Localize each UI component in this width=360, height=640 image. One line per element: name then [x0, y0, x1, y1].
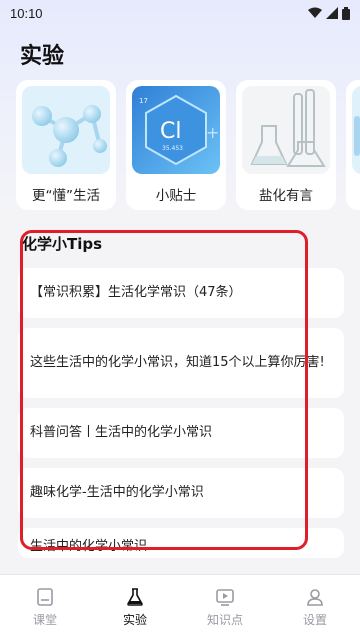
- tab-classroom[interactable]: 课堂: [10, 587, 80, 628]
- list-item[interactable]: 生活中的化学小常识: [18, 528, 344, 558]
- signal-icon: [326, 7, 338, 19]
- card-label: 盐化有言: [259, 188, 313, 204]
- list-item[interactable]: 这些生活中的化学小常识，知道15个以上算你厉害!: [18, 328, 344, 398]
- book-icon: [37, 588, 53, 606]
- partial-card-image: [352, 86, 360, 174]
- tab-knowledge[interactable]: 知识点: [190, 587, 260, 628]
- molecule-model-image: [22, 86, 110, 174]
- list-item-title: 科普问答丨生活中的化学小常识: [30, 425, 213, 440]
- user-icon: [307, 589, 323, 606]
- list-item[interactable]: 趣味化学-生活中的化学小常识: [18, 468, 344, 518]
- tab-settings[interactable]: 设置: [280, 587, 350, 628]
- flask-icon: [127, 588, 143, 606]
- tab-experiment[interactable]: 实验: [100, 587, 170, 628]
- nav-label: 知识点: [206, 613, 243, 627]
- list-item-title: 趣味化学-生活中的化学小常识: [30, 485, 204, 500]
- nav-label: 设置: [302, 613, 327, 627]
- status-time: 10:10: [10, 5, 43, 21]
- chlorine-element-image: 17 Cl 35.453 +: [132, 86, 220, 174]
- list-item-title: 生活中的化学小常识: [30, 539, 148, 554]
- card-life[interactable]: 更“懂”生活: [16, 80, 116, 210]
- list-item[interactable]: 科普问答丨生活中的化学小常识: [18, 408, 344, 458]
- tips-list: 【常识积累】生活化学常识（47条） 这些生活中的化学小常识，知道15个以上算你厉…: [18, 268, 344, 568]
- element-mass: 35.453: [162, 145, 183, 152]
- bottom-nav: 课堂 实验 知识点 设置: [0, 574, 360, 640]
- nav-label: 课堂: [32, 613, 57, 627]
- list-item-title: 这些生活中的化学小常识，知道15个以上算你厉害!: [30, 355, 325, 370]
- lab-flasks-image: [242, 86, 330, 174]
- element-symbol: Cl: [160, 119, 181, 144]
- list-item[interactable]: 【常识积累】生活化学常识（47条）: [18, 268, 344, 318]
- status-icons: [308, 6, 350, 20]
- card-label: 小贴士: [155, 188, 197, 204]
- element-number: 17: [139, 97, 148, 105]
- video-play-icon: [216, 589, 234, 606]
- card-salt[interactable]: 盐化有言: [236, 80, 336, 210]
- category-cards: 更“懂”生活 17 Cl 35.453 + 小贴士 盐化有言: [16, 80, 360, 212]
- svg-text:+: +: [206, 123, 219, 142]
- card-tips[interactable]: 17 Cl 35.453 + 小贴士: [126, 80, 226, 210]
- card-partial[interactable]: [346, 80, 360, 210]
- status-bar: 10:10: [0, 0, 360, 26]
- card-label: 更“懂”生活: [32, 188, 100, 204]
- section-title: 化学小Tips: [22, 235, 103, 253]
- wifi-icon: [308, 7, 322, 18]
- battery-icon: [342, 6, 350, 20]
- nav-label: 实验: [122, 613, 147, 627]
- list-item-title: 【常识积累】生活化学常识（47条）: [30, 285, 242, 300]
- page-title: 实验: [20, 44, 65, 69]
